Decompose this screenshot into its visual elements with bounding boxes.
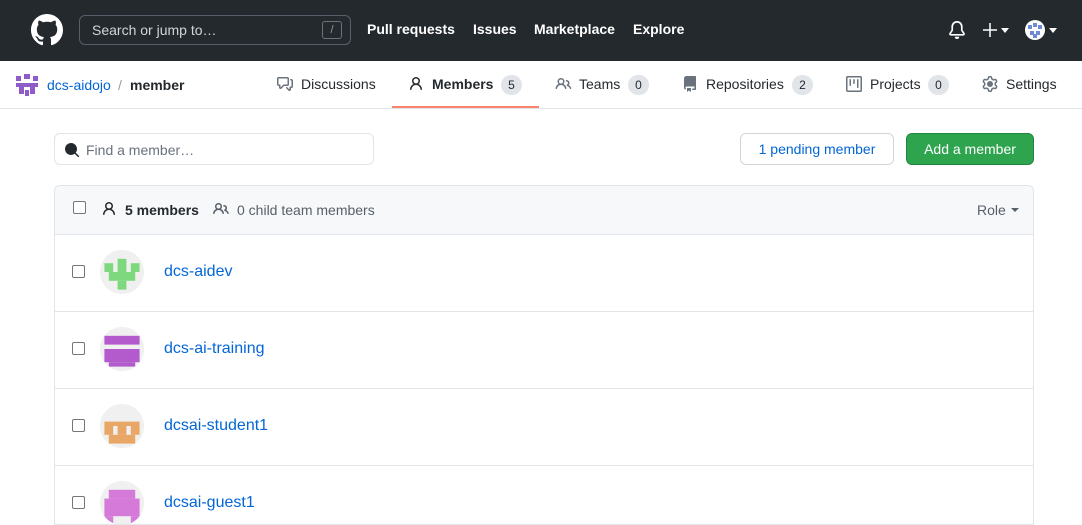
user-menu-caret-icon[interactable] (1049, 28, 1057, 33)
tab-repositories-label: Repositories (706, 76, 784, 92)
tab-settings-label: Settings (1006, 76, 1057, 92)
child-team-member-count[interactable]: 0 child team members (237, 202, 375, 218)
active-tab-indicator (392, 106, 539, 108)
member-list: 5 members 0 child team members Role dcs-… (54, 185, 1034, 525)
notifications-bell-icon[interactable] (948, 21, 966, 39)
teams-count-badge: 0 (628, 75, 649, 95)
find-member-placeholder: Find a member… (86, 142, 195, 158)
projects-count-badge: 0 (928, 75, 949, 95)
nav-explore[interactable]: Explore (633, 21, 684, 37)
member-username-link[interactable]: dcsai-student1 (164, 417, 268, 435)
search-shortcut-key: / (322, 21, 342, 39)
identicon-icon (100, 404, 144, 448)
avatar[interactable] (100, 404, 144, 448)
tab-projects-label: Projects (870, 76, 921, 92)
comment-discussion-icon (277, 77, 293, 91)
identicon-icon (100, 327, 144, 371)
avatar[interactable] (100, 250, 144, 294)
person-icon (103, 202, 115, 216)
list-item: dcsai-student1 (55, 389, 1033, 466)
members-count-badge: 5 (501, 75, 522, 95)
add-member-button[interactable]: Add a member (906, 133, 1034, 165)
chevron-down-icon[interactable] (1011, 208, 1019, 212)
member-checkbox[interactable] (72, 496, 85, 509)
team-name[interactable]: member (130, 77, 184, 93)
member-checkbox[interactable] (72, 265, 85, 278)
avatar[interactable] (100, 481, 144, 524)
search-icon (65, 143, 80, 158)
tab-members-label: Members (432, 76, 494, 92)
nav-pull-requests[interactable]: Pull requests (367, 21, 455, 37)
gear-icon (982, 76, 998, 92)
identicon-icon (100, 250, 144, 294)
tab-projects[interactable]: Projects 0 (838, 61, 958, 109)
people-icon (213, 202, 229, 215)
list-item: dcsai-guest1 (55, 466, 1033, 524)
pending-member-button[interactable]: 1 pending member (740, 133, 894, 165)
project-icon (846, 76, 862, 92)
tab-discussions-label: Discussions (301, 76, 376, 92)
list-item: dcs-aidev (55, 235, 1033, 312)
nav-marketplace[interactable]: Marketplace (534, 21, 615, 37)
global-search-input[interactable]: Search or jump to… / (79, 15, 351, 45)
member-list-header: 5 members 0 child team members Role (55, 186, 1033, 235)
member-count[interactable]: 5 members (125, 202, 199, 218)
org-avatar-icon[interactable] (16, 74, 38, 96)
identicon-icon (100, 481, 144, 524)
github-logo-icon[interactable] (31, 14, 63, 46)
nav-issues[interactable]: Issues (473, 21, 517, 37)
tab-discussions[interactable]: Discussions (268, 61, 386, 109)
tab-repositories[interactable]: Repositories 2 (676, 61, 822, 109)
find-member-input[interactable]: Find a member… (54, 133, 374, 165)
member-username-link[interactable]: dcs-ai-training (164, 340, 264, 358)
member-checkbox[interactable] (72, 342, 85, 355)
create-new-plus-icon[interactable] (982, 21, 1010, 39)
person-icon (410, 77, 422, 91)
member-username-link[interactable]: dcs-aidev (164, 263, 232, 281)
global-header: Search or jump to… / Pull requests Issue… (0, 0, 1082, 61)
repo-icon (684, 76, 696, 92)
team-header: dcs-aidojo / member Discussions Members … (0, 61, 1082, 109)
list-item: dcs-ai-training (55, 312, 1033, 389)
org-name-link[interactable]: dcs-aidojo (47, 77, 111, 93)
tab-settings[interactable]: Settings (974, 61, 1074, 109)
people-icon (555, 77, 572, 90)
member-checkbox[interactable] (72, 419, 85, 432)
member-username-link[interactable]: dcsai-guest1 (164, 494, 255, 512)
search-placeholder: Search or jump to… (92, 22, 217, 38)
tab-teams-label: Teams (579, 76, 621, 92)
tab-members[interactable]: Members 5 (400, 61, 539, 109)
breadcrumb-separator: / (118, 77, 122, 93)
select-all-checkbox[interactable] (73, 201, 86, 214)
role-filter-dropdown[interactable]: Role (977, 202, 1006, 218)
user-avatar-icon[interactable] (1025, 20, 1045, 40)
avatar[interactable] (100, 327, 144, 371)
tab-teams[interactable]: Teams 0 (548, 61, 660, 109)
repositories-count-badge: 2 (792, 75, 813, 95)
